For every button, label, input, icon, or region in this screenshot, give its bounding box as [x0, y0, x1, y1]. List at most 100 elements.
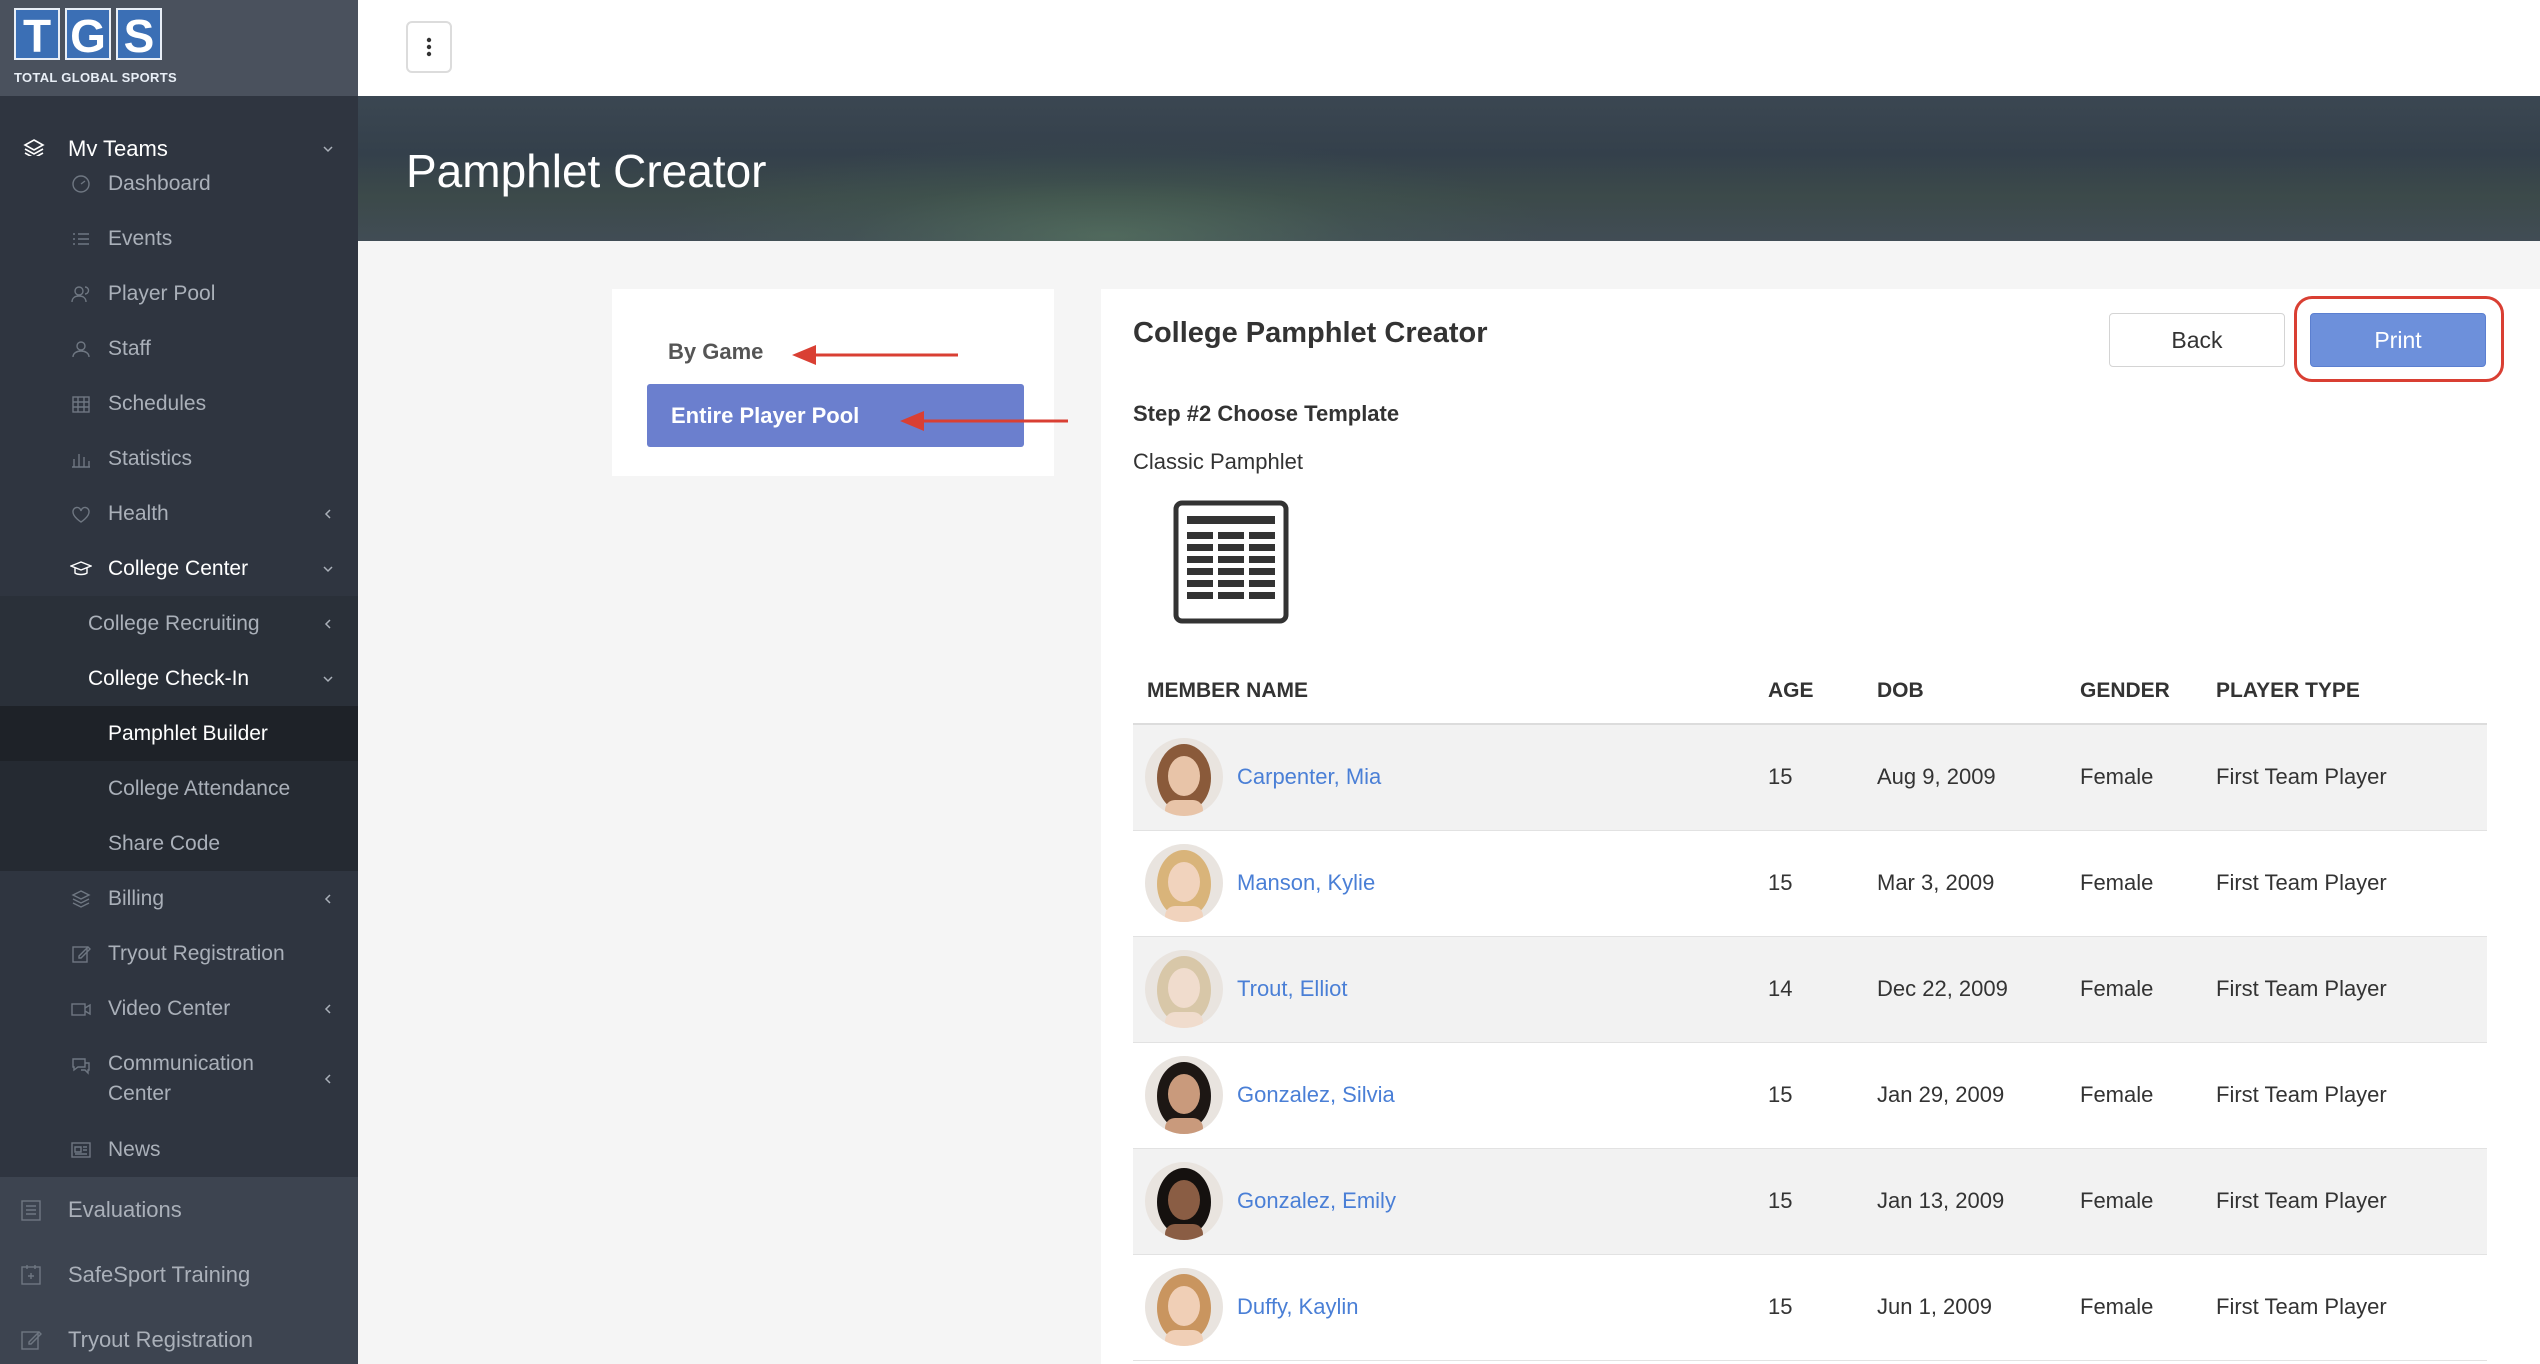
- chevron-left-icon: [324, 508, 331, 519]
- age-cell: 15: [1768, 1254, 1877, 1361]
- table-row[interactable]: Manson, Kylie 15 Mar 3, 2009 Female First Te…: [1133, 830, 2487, 937]
- classic-pamphlet-template-icon[interactable]: [1173, 500, 1289, 624]
- users-icon: [71, 285, 90, 302]
- communication-label-line: Communication Center: [108, 1052, 254, 1105]
- logo-letter-s: S: [116, 8, 162, 62]
- age-cell: 15: [1768, 830, 1877, 937]
- chevron-left-icon: [324, 618, 331, 629]
- member-name-link[interactable]: Duffy, Kaylin: [1237, 1294, 1358, 1320]
- table-row[interactable]: Gonzalez, Emily 15 Jan 13, 2009 Female First…: [1133, 1148, 2487, 1255]
- chevron-left-icon: [324, 893, 331, 904]
- logo-subtitle: TOTAL GLOBAL SPORTS: [14, 70, 177, 85]
- dob-cell: Aug 9, 2009: [1877, 724, 2080, 831]
- topbar: [358, 0, 2540, 96]
- sidebar-item-label: College Center: [108, 556, 249, 580]
- sidebar-item-label: Video Center: [108, 996, 231, 1020]
- gender-cell: Female: [2080, 830, 2216, 937]
- player-type-cell: First Team Player: [2216, 724, 2487, 831]
- table-row[interactable]: Duffy, Kaylin 15 Jun 1, 2009 Female First Te…: [1133, 1254, 2487, 1361]
- sidebar-item-health[interactable]: Health: [0, 486, 358, 541]
- chevron-down-icon: [323, 146, 333, 153]
- sidebar-item-events[interactable]: Events: [0, 211, 358, 266]
- column-header[interactable]: AGE: [1768, 659, 1877, 725]
- chevron-down-icon: [323, 565, 333, 572]
- gender-cell: Female: [2080, 724, 2216, 831]
- sidebar-item-label: Staff: [108, 336, 151, 360]
- players-table: MEMBER NAME AGE DOB GENDER PLAYER TYPE C…: [1133, 659, 2487, 1361]
- list-icon: [73, 232, 89, 245]
- sidebar-item-schedules[interactable]: Schedules: [0, 376, 358, 431]
- mode-selector-card: By Game Entire Player Pool: [612, 289, 1054, 476]
- step-heading: Step #2 Choose Template: [1133, 401, 1400, 426]
- sidebar-item-tryout-registration[interactable]: Tryout Registration: [0, 926, 358, 981]
- sidebar-item-share-code[interactable]: Share Code: [0, 816, 358, 871]
- sidebar-item-label: College Check-In: [88, 666, 250, 690]
- sidebar-item-safesport-training[interactable]: SafeSport Training: [0, 1242, 358, 1307]
- newspaper-icon: [71, 1141, 91, 1158]
- column-header[interactable]: DOB: [1877, 659, 2080, 725]
- sidebar-item-label: Statistics: [108, 446, 193, 470]
- gender-cell: Female: [2080, 1042, 2216, 1149]
- sidebar-item-statistics[interactable]: Statistics: [0, 431, 358, 486]
- member-name-link[interactable]: Carpenter, Mia: [1237, 764, 1381, 790]
- player-type-cell: First Team Player: [2216, 936, 2487, 1043]
- player-type-cell: First Team Player: [2216, 1148, 2487, 1255]
- sidebar-item-label: Evaluations: [68, 1196, 182, 1222]
- avatar: [1145, 844, 1223, 922]
- sidebar-item-label: College Attendance: [108, 776, 291, 800]
- sidebar-item-evaluations[interactable]: Evaluations: [0, 1177, 358, 1242]
- more-menu-button[interactable]: [406, 21, 452, 73]
- table-row[interactable]: Trout, Elliot 14 Dec 22, 2009 Female First T…: [1133, 936, 2487, 1043]
- sidebar-item-college-center[interactable]: College Center: [0, 541, 358, 596]
- member-name-cell: Trout, Elliot: [1133, 936, 1768, 1043]
- chevron-left-icon: [324, 1003, 331, 1014]
- sidebar-item-college-checkin[interactable]: College Check-In: [0, 651, 358, 706]
- sidebar-item-dashboard[interactable]: Dashboard: [0, 156, 358, 211]
- sidebar-item-college-attendance[interactable]: College Attendance: [0, 761, 358, 816]
- dob-cell: Jan 29, 2009: [1877, 1042, 2080, 1149]
- by-game-option[interactable]: By Game: [668, 339, 763, 365]
- print-button[interactable]: Print: [2310, 313, 2486, 367]
- age-cell: 15: [1768, 724, 1877, 831]
- member-name-link[interactable]: Manson, Kylie: [1237, 870, 1375, 896]
- entire-player-pool-button[interactable]: Entire Player Pool: [647, 384, 1024, 447]
- back-button[interactable]: Back: [2109, 313, 2285, 367]
- sidebar: T G S TOTAL GLOBAL SPORTS My Teams Dashb…: [0, 0, 358, 1364]
- bar-chart-icon: [72, 453, 90, 468]
- column-header[interactable]: PLAYER TYPE: [2216, 659, 2487, 725]
- sidebar-item-college-recruiting[interactable]: College Recruiting: [0, 596, 358, 651]
- chevron-left-icon: [324, 1074, 331, 1084]
- sidebar-item-news[interactable]: News: [0, 1122, 358, 1177]
- table-row[interactable]: Carpenter, Mia 15 Aug 9, 2009 Female First T…: [1133, 724, 2487, 831]
- sidebar-item-player-pool[interactable]: Player Pool: [0, 266, 358, 321]
- sidebar-item-label: Pamphlet Builder: [108, 721, 268, 745]
- sidebar-item-label: Tryout Registration: [68, 1326, 254, 1352]
- clipboard-icon: [21, 1199, 41, 1221]
- sidebar-item-label: Tryout Registration: [108, 941, 285, 965]
- sidebar-item-communication-center[interactable]: Communication Center: [0, 1036, 358, 1122]
- chevron-down-icon: [323, 675, 333, 682]
- card-title: College Pamphlet Creator: [1133, 317, 1488, 349]
- column-header[interactable]: MEMBER NAME: [1133, 659, 1768, 725]
- sidebar-item-pamphlet-builder[interactable]: Pamphlet Builder: [0, 706, 358, 761]
- sidebar-item-label: Events: [108, 226, 173, 250]
- table-row[interactable]: Gonzalez, Silvia 15 Jan 29, 2009 Female Firs…: [1133, 1042, 2487, 1149]
- avatar: [1145, 950, 1223, 1028]
- sidebar-item-billing[interactable]: Billing: [0, 871, 358, 926]
- member-name-link[interactable]: Gonzalez, Silvia: [1237, 1082, 1395, 1108]
- member-name-cell: Gonzalez, Emily: [1133, 1148, 1768, 1255]
- sidebar-item-tryout-registration-bottom[interactable]: Tryout Registration: [0, 1307, 358, 1364]
- age-cell: 15: [1768, 1042, 1877, 1149]
- page-title: Pamphlet Creator: [406, 145, 767, 197]
- edit-icon: [72, 945, 91, 963]
- logo-letter-g: G: [65, 8, 111, 62]
- column-header[interactable]: GENDER: [2080, 659, 2216, 725]
- logo[interactable]: T G S TOTAL GLOBAL SPORTS: [0, 0, 358, 96]
- sidebar-item-staff[interactable]: Staff: [0, 321, 358, 376]
- member-name-link[interactable]: Gonzalez, Emily: [1237, 1188, 1396, 1214]
- graduation-cap-icon: [70, 560, 92, 575]
- sidebar-item-video-center[interactable]: Video Center: [0, 981, 358, 1036]
- player-type-cell: First Team Player: [2216, 1042, 2487, 1149]
- dob-cell: Jan 13, 2009: [1877, 1148, 2080, 1255]
- member-name-link[interactable]: Trout, Elliot: [1237, 976, 1347, 1002]
